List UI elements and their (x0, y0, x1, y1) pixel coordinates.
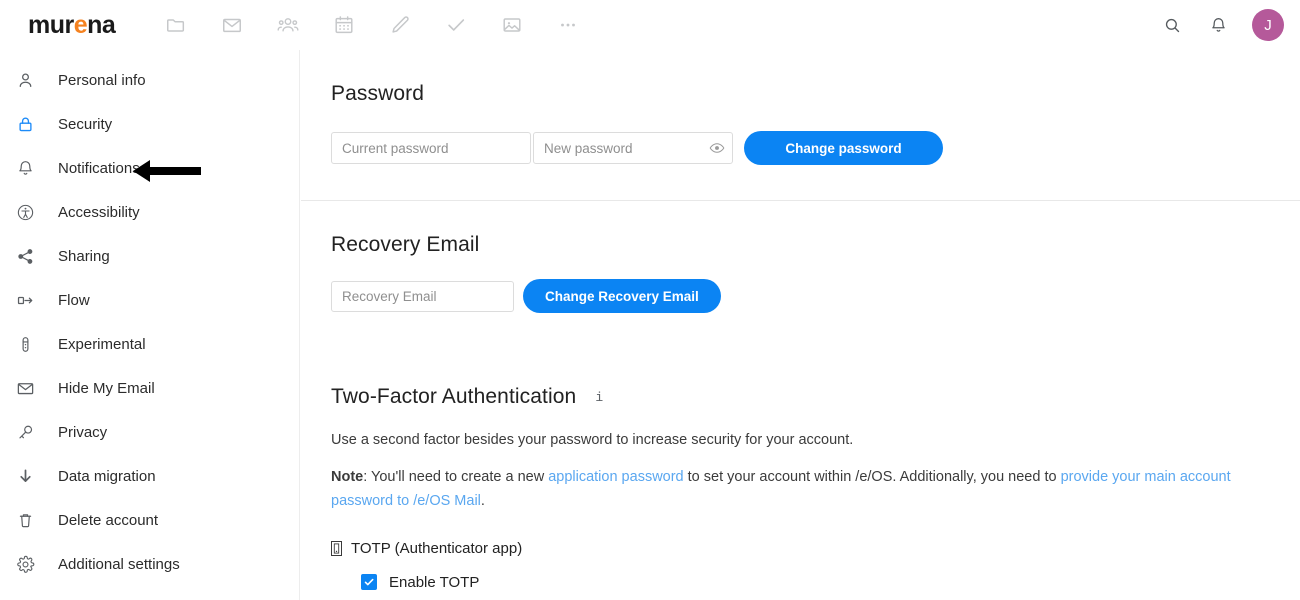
header-actions: J (1160, 0, 1284, 50)
avatar-initial: J (1264, 17, 1272, 34)
settings-main-panel: Password Change password Recovery Email … (301, 50, 1300, 600)
sidebar-item-privacy[interactable]: Privacy (0, 410, 299, 454)
sidebar-item-label: Hide My Email (58, 380, 155, 397)
tfa-heading-row: Two-Factor Authentication i (331, 385, 1270, 409)
sidebar-item-accessibility[interactable]: Accessibility (0, 190, 299, 234)
sidebar-item-flow[interactable]: Flow (0, 278, 299, 322)
sidebar-item-label: Accessibility (58, 204, 140, 221)
show-password-eye-icon[interactable] (707, 138, 727, 158)
tfa-note-part3: . (481, 493, 485, 509)
bell-icon (14, 157, 36, 179)
tfa-title: Two-Factor Authentication (331, 385, 576, 409)
sidebar-item-label: Notifications (58, 160, 140, 177)
flask-icon (14, 333, 36, 355)
tfa-note-part2: to set your account within /e/OS. Additi… (684, 469, 1061, 485)
sidebar-item-sharing[interactable]: Sharing (0, 234, 299, 278)
password-section: Password Change password (301, 50, 1300, 165)
tfa-note: Note: You'll need to create a new applic… (331, 466, 1270, 513)
logo-prefix: mur (28, 11, 74, 39)
mobile-device-icon (331, 541, 342, 556)
recovery-email-form-row: Change Recovery Email (331, 279, 1270, 313)
change-password-button[interactable]: Change password (744, 131, 943, 165)
lock-icon (14, 113, 36, 135)
current-password-input[interactable] (331, 132, 531, 164)
user-icon (14, 69, 36, 91)
logo-accent-letter: e (74, 11, 87, 39)
recovery-email-input[interactable] (331, 281, 514, 312)
sidebar-item-label: Additional settings (58, 556, 180, 573)
totp-label: TOTP (Authenticator app) (351, 540, 522, 557)
sidebar-item-data-migration[interactable]: Data migration (0, 454, 299, 498)
sidebar-item-experimental[interactable]: Experimental (0, 322, 299, 366)
two-factor-auth-section: Two-Factor Authentication i Use a second… (301, 313, 1300, 591)
change-recovery-email-button[interactable]: Change Recovery Email (523, 279, 721, 313)
sidebar-item-security[interactable]: Security (0, 102, 299, 146)
enable-totp-checkbox[interactable] (361, 574, 377, 590)
settings-sidebar: Personal info Security Notifications Acc… (0, 50, 300, 600)
tfa-description: Use a second factor besides your passwor… (331, 430, 1270, 451)
totp-heading-row: TOTP (Authenticator app) (331, 540, 1270, 557)
sidebar-item-notifications[interactable]: Notifications (0, 146, 299, 190)
recovery-email-section: Recovery Email Change Recovery Email (301, 201, 1300, 313)
gear-icon (14, 553, 36, 575)
recovery-email-title: Recovery Email (331, 233, 1270, 257)
sidebar-item-additional-settings[interactable]: Additional settings (0, 542, 299, 586)
logo-suffix: na (87, 11, 115, 39)
more-apps-icon[interactable] (555, 12, 581, 38)
contacts-icon[interactable] (275, 12, 301, 38)
sidebar-item-personal-info[interactable]: Personal info (0, 58, 299, 102)
info-icon[interactable]: i (592, 389, 606, 405)
avatar[interactable]: J (1252, 9, 1284, 41)
sidebar-item-label: Personal info (58, 72, 146, 89)
envelope-icon (14, 377, 36, 399)
flow-icon (14, 289, 36, 311)
tfa-note-label: Note (331, 469, 363, 485)
sidebar-item-label: Flow (58, 292, 90, 309)
sidebar-item-label: Security (58, 116, 112, 133)
app-header: murena J (0, 0, 1300, 50)
sidebar-item-hide-my-email[interactable]: Hide My Email (0, 366, 299, 410)
password-form-row: Change password (331, 131, 1270, 165)
sidebar-item-label: Data migration (58, 468, 156, 485)
new-password-wrapper (533, 132, 733, 164)
application-password-link[interactable]: application password (548, 469, 683, 485)
key-icon (14, 421, 36, 443)
sidebar-item-label: Delete account (58, 512, 158, 529)
tasks-icon[interactable] (443, 12, 469, 38)
mail-icon[interactable] (219, 12, 245, 38)
calendar-icon[interactable] (331, 12, 357, 38)
accessibility-icon (14, 201, 36, 223)
notes-icon[interactable] (387, 12, 413, 38)
sidebar-item-label: Experimental (58, 336, 146, 353)
tfa-note-part1: : You'll need to create a new (363, 469, 548, 485)
murena-logo[interactable]: murena (28, 13, 115, 38)
bell-icon[interactable] (1206, 13, 1230, 37)
new-password-input[interactable] (533, 132, 733, 164)
enable-totp-label: Enable TOTP (389, 574, 479, 591)
search-icon[interactable] (1160, 13, 1184, 37)
app-launcher-icons (163, 12, 581, 38)
download-arrow-icon (14, 465, 36, 487)
share-icon (14, 245, 36, 267)
enable-totp-row: Enable TOTP (361, 574, 1270, 591)
sidebar-item-label: Sharing (58, 248, 110, 265)
photos-icon[interactable] (499, 12, 525, 38)
trash-icon (14, 509, 36, 531)
sidebar-item-delete-account[interactable]: Delete account (0, 498, 299, 542)
files-icon[interactable] (163, 12, 189, 38)
page-title: Password (331, 82, 1270, 106)
sidebar-item-label: Privacy (58, 424, 107, 441)
